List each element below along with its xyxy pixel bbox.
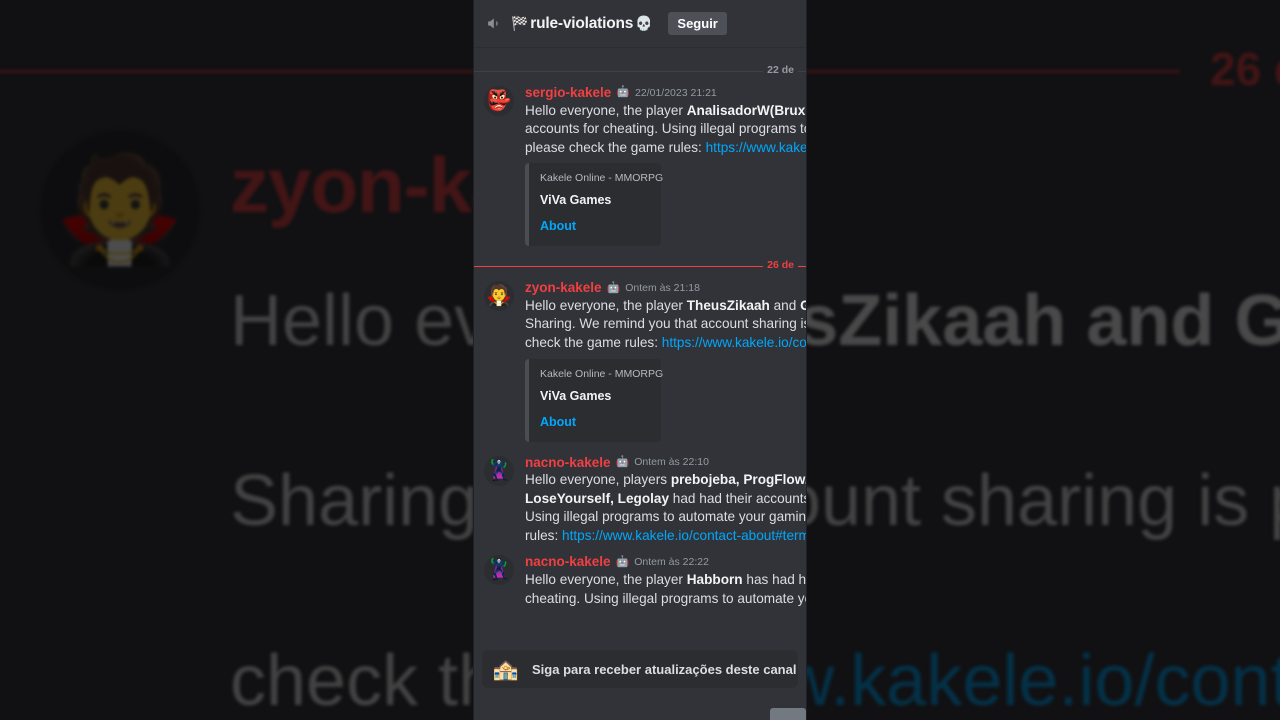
- message-text: cheating. Using illegal programs to auto…: [525, 590, 806, 606]
- message-line: Hello everyone, the player TheusZikaah a…: [525, 297, 806, 316]
- bot-badge-icon: 🤖: [615, 555, 630, 568]
- skull-emoji-icon: 💀: [635, 15, 653, 31]
- message[interactable]: 🦹 nacno-kakele 🤖 Ontem às 22:22 Hello everyo…: [474, 547, 806, 610]
- message-line: Hello everyone, players prebojeba, ProgF…: [525, 471, 806, 490]
- scroll-top-spacer: [474, 48, 806, 57]
- message-text: Hello everyone, the player: [525, 297, 687, 313]
- embed-author: ViVa Games: [540, 193, 612, 208]
- message-list: 22 de 👺 sergio-kakele 🤖 22/01/2023 21:21 Hel…: [474, 48, 806, 616]
- message-meta: nacno-kakele 🤖 Ontem às 22:22: [525, 554, 798, 570]
- date-divider-line: [474, 71, 806, 72]
- message-body: nacno-kakele 🤖 Ontem às 22:22 Hello everyon…: [525, 554, 806, 609]
- message-line: Using illegal programs to automate your …: [525, 508, 806, 527]
- message-link[interactable]: https://www.kakele.io/contact-about#term: [562, 528, 806, 543]
- embed-provider: Kakele Online - MMORPG: [540, 172, 664, 185]
- message-meta: nacno-kakele 🤖 Ontem às 22:10: [525, 455, 798, 471]
- message-scroll-area[interactable]: 22 de 👺 sergio-kakele 🤖 22/01/2023 21:21 Hel…: [474, 48, 806, 720]
- sergio-kakele-avatar[interactable]: 👺: [484, 86, 514, 116]
- date-divider-label: 26 de: [763, 259, 798, 272]
- message-username[interactable]: nacno-kakele: [525, 554, 611, 570]
- message-username[interactable]: zyon-kakele: [525, 280, 602, 296]
- discord-channel-panel: 🏁 rule-violations 💀 Seguir 22 de 👺 sergio-k…: [474, 0, 806, 720]
- embed-author: ViVa Games: [540, 388, 612, 403]
- composer-handle[interactable]: [770, 708, 806, 720]
- message-username[interactable]: sergio-kakele: [525, 85, 611, 101]
- message-bold-text: Greg: [800, 297, 806, 313]
- bot-badge-icon: 🤖: [616, 86, 631, 99]
- message-embed[interactable]: Kakele Online - MMORPG ViVa Games About: [525, 358, 664, 442]
- channel-header: 🏁 rule-violations 💀 Seguir: [474, 0, 806, 48]
- message-text: check the game rules:: [525, 335, 662, 350]
- follow-updates-banner[interactable]: 🏤 Siga para receber atualizações deste c…: [482, 650, 798, 688]
- message-text: accounts for cheating. Using illegal pro…: [525, 121, 806, 137]
- message-timestamp: Ontem às 22:22: [634, 556, 709, 569]
- message-line: Hello everyone, the player Habborn has h…: [525, 571, 806, 590]
- message-link[interactable]: https://www.kakele.io/cont: [662, 335, 806, 350]
- message[interactable]: 🦹 nacno-kakele 🤖 Ontem às 22:10 Hello everyo…: [474, 448, 806, 548]
- composer-strip: [474, 698, 806, 720]
- bot-badge-icon: 🤖: [606, 281, 621, 294]
- bg-avatar: 🧛: [40, 130, 200, 290]
- message-line: accounts for cheating. Using illegal pro…: [525, 120, 806, 139]
- nacno-kakele-avatar[interactable]: 🦹: [484, 455, 514, 486]
- zyon-kakele-avatar[interactable]: 🧛: [484, 281, 514, 312]
- message-meta: zyon-kakele 🤖 Ontem às 21:18: [525, 280, 798, 296]
- message-line: Sharing. We remind you that account shar…: [525, 315, 806, 334]
- message-body: zyon-kakele 🤖 Ontem às 21:18 Hello everyone…: [525, 280, 806, 445]
- message-text: rules:: [525, 527, 563, 543]
- embed-about-link[interactable]: About: [540, 415, 650, 429]
- message-meta: sergio-kakele 🤖 22/01/2023 21:21: [525, 85, 798, 101]
- message-line: cheating. Using illegal programs to auto…: [525, 590, 806, 609]
- message-timestamp: Ontem às 22:10: [634, 456, 709, 469]
- message-link[interactable]: https://www.kakele.: [706, 140, 806, 155]
- channel-title[interactable]: 🏁 rule-violations 💀: [511, 14, 653, 33]
- message-line: please check the game rules: https://www…: [525, 139, 806, 158]
- flag-emoji-icon: 🏁: [511, 15, 529, 31]
- message[interactable]: 🧛 zyon-kakele 🤖 Ontem às 21:18 Hello everyon…: [474, 273, 806, 447]
- bg-date-divider-label: 26 de: [1210, 43, 1280, 95]
- date-divider-first: 22 de: [474, 64, 806, 76]
- message-body: nacno-kakele 🤖 Ontem às 22:10 Hello everyon…: [525, 455, 806, 546]
- message[interactable]: 👺 sergio-kakele 🤖 22/01/2023 21:21 Hello eve…: [474, 78, 806, 252]
- message-text: Sharing. We remind you that account shar…: [525, 316, 806, 332]
- message-text: and: [769, 297, 801, 313]
- messages-host: 👺 sergio-kakele 🤖 22/01/2023 21:21 Hello eve…: [474, 78, 806, 610]
- message-text: Hello everyone, the player: [525, 102, 687, 118]
- message-text: please check the game rules:: [525, 139, 706, 155]
- message-body: sergio-kakele 🤖 22/01/2023 21:21 Hello ever…: [525, 85, 806, 250]
- message-text: Using illegal programs to automate your …: [525, 509, 806, 525]
- announcement-megaphone-icon: [484, 14, 504, 34]
- date-divider-new-messages: 26 de: [474, 259, 806, 272]
- message-timestamp: 22/01/2023 21:21: [635, 86, 717, 99]
- message-line: LoseYourself, Legolay had had their acco…: [525, 490, 806, 509]
- screenshot-root: 26 de 🧛 zyon-kakele Hello everyonheusZik…: [0, 0, 1280, 720]
- message-bold-text: Habborn: [686, 572, 743, 587]
- message-bold-text: prebojeba, ProgFlow, kaa: [670, 472, 806, 488]
- server-follow-icon: 🏤: [492, 657, 520, 681]
- date-divider-line: [474, 266, 806, 268]
- follow-button[interactable]: Seguir: [668, 12, 727, 35]
- bot-badge-icon: 🤖: [615, 456, 630, 469]
- message-text: had had their accounts pe: [672, 490, 806, 506]
- embed-about-link[interactable]: About: [540, 219, 650, 233]
- message-line: check the game rules: https://www.kakele…: [525, 334, 806, 353]
- message-line: Hello everyone, the player AnalisadorW(B…: [525, 102, 806, 121]
- follow-updates-text: Siga para receber atualizações deste can…: [532, 661, 798, 677]
- message-line: rules: https://www.kakele.io/contact-abo…: [525, 527, 806, 546]
- message-text: Hello everyone, players: [525, 472, 671, 488]
- message-username[interactable]: nacno-kakele: [525, 455, 611, 471]
- date-divider-label: 22 de: [763, 64, 798, 76]
- message-bold-text: TheusZikaah: [686, 297, 770, 313]
- message-bold-text: AnalisadorW(Bruxuzin: [686, 102, 806, 118]
- message-bold-text: LoseYourself, Legolay: [525, 490, 670, 506]
- nacno-kakele-avatar-2[interactable]: 🦹: [484, 555, 514, 586]
- message-text: has had his a: [746, 572, 806, 587]
- embed-provider: Kakele Online - MMORPG: [540, 367, 664, 380]
- message-timestamp: Ontem às 21:18: [625, 282, 700, 295]
- message-text: Hello everyone, the player: [525, 572, 687, 587]
- channel-name: rule-violations: [530, 14, 634, 32]
- message-embed[interactable]: Kakele Online - MMORPG ViVa Games About: [525, 163, 664, 247]
